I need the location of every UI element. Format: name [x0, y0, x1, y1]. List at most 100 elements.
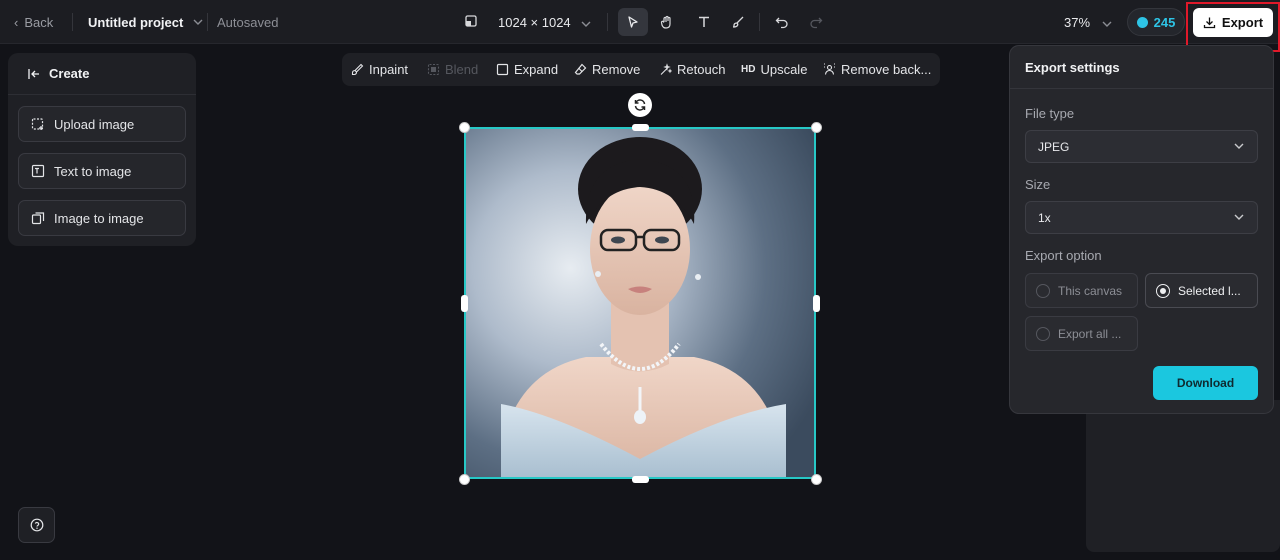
right-side-panel: [1086, 400, 1280, 552]
radio-checked-icon: [1156, 283, 1170, 298]
remove-button[interactable]: Remove: [574, 53, 640, 86]
export-settings-panel: Export settings File type JPEG Size 1x E…: [1009, 45, 1274, 414]
image-to-image-icon: [31, 212, 45, 225]
text-to-image-icon: [31, 164, 45, 178]
upscale-button[interactable]: HD Upscale: [741, 53, 807, 86]
upscale-label: Upscale: [760, 62, 808, 77]
blend-button[interactable]: Blend: [427, 53, 478, 86]
eraser-icon: [574, 63, 587, 75]
text-to-image-button[interactable]: Text to image: [18, 153, 186, 189]
resize-handle-top-left[interactable]: [459, 122, 470, 133]
resize-handle-right[interactable]: [813, 295, 820, 312]
resize-handle-bottom-left[interactable]: [459, 474, 470, 485]
text-to-image-label: Text to image: [54, 163, 132, 179]
retouch-icon: [660, 63, 672, 75]
divider: [72, 13, 73, 31]
resize-handle-left[interactable]: [461, 295, 468, 312]
retouch-button[interactable]: Retouch: [659, 53, 725, 86]
divider: [759, 13, 760, 31]
file-type-label: File type: [1025, 106, 1075, 121]
project-title: Untitled project: [88, 14, 184, 30]
hand-tool[interactable]: [652, 8, 682, 36]
resize-handle-bottom-right[interactable]: [811, 474, 822, 485]
inpaint-label: Inpaint: [369, 62, 409, 77]
resize-handle-bottom[interactable]: [632, 476, 649, 483]
divider: [207, 13, 208, 31]
chevron-left-icon: ‹: [14, 14, 19, 30]
radio-icon: [1036, 283, 1050, 298]
portrait-image: [466, 129, 814, 477]
rotate-icon: [634, 99, 646, 111]
file-type-value: JPEG: [1038, 139, 1070, 154]
autosave-status: Autosaved: [217, 14, 279, 30]
back-button[interactable]: ‹ Back: [14, 0, 53, 44]
option-selected-layers[interactable]: Selected l...: [1145, 273, 1258, 308]
zoom-picker[interactable]: 37%: [1064, 0, 1112, 44]
chevron-down-icon: [581, 15, 591, 30]
upload-image-label: Upload image: [54, 116, 135, 132]
undo-button[interactable]: [767, 8, 797, 36]
collapse-left-icon: [28, 68, 39, 79]
export-button[interactable]: Export: [1193, 8, 1273, 37]
resize-handle-top[interactable]: [632, 124, 649, 131]
project-title-menu[interactable]: Untitled project: [88, 0, 203, 44]
remove-background-label: Remove back...: [841, 62, 932, 77]
upload-image-icon: [31, 118, 44, 130]
select-tool[interactable]: [618, 8, 648, 36]
brush-icon: [732, 16, 744, 28]
download-icon: [1203, 17, 1216, 29]
create-header[interactable]: Create: [8, 53, 196, 95]
option-label: Export all ...: [1058, 326, 1122, 341]
size-label: Size: [1025, 177, 1051, 192]
radio-icon: [1036, 326, 1050, 341]
divider: [1010, 88, 1273, 89]
hd-icon: HD: [741, 64, 756, 75]
size-value: 1x: [1038, 210, 1051, 225]
brush-tool[interactable]: [723, 8, 753, 36]
credits-badge[interactable]: 245: [1127, 8, 1185, 36]
option-export-all[interactable]: Export all ...: [1025, 316, 1138, 351]
undo-icon: [775, 17, 788, 29]
help-button[interactable]: [18, 507, 55, 543]
edit-toolbar: Inpaint Blend Expand Remove Retouch HD U…: [342, 53, 940, 86]
create-panel: Create Upload image Text to image Image …: [8, 53, 196, 246]
option-this-canvas[interactable]: This canvas: [1025, 273, 1138, 308]
help-icon: [30, 518, 43, 532]
credits-count: 245: [1153, 14, 1176, 30]
export-settings-title: Export settings: [1025, 60, 1120, 75]
download-button[interactable]: Download: [1153, 366, 1258, 400]
inpaint-button[interactable]: Inpaint: [351, 53, 408, 86]
redo-button[interactable]: [801, 8, 831, 36]
hand-icon: [660, 15, 671, 29]
create-title: Create: [49, 66, 90, 81]
image-to-image-button[interactable]: Image to image: [18, 200, 186, 236]
size-select[interactable]: 1x: [1025, 201, 1258, 234]
remove-background-button[interactable]: Remove back...: [823, 53, 931, 86]
image-to-image-label: Image to image: [54, 210, 144, 226]
redo-icon: [810, 17, 823, 29]
expand-button[interactable]: Expand: [496, 53, 558, 86]
canvas-size: 1024 × 1024: [498, 14, 571, 30]
canvas-image[interactable]: [464, 127, 816, 479]
chevron-down-icon: [1234, 214, 1244, 220]
retouch-label: Retouch: [677, 62, 726, 77]
blend-icon: [427, 63, 440, 76]
canvas-size-picker[interactable]: 1024 × 1024: [464, 0, 591, 44]
blend-label: Blend: [445, 62, 479, 77]
chevron-down-icon: [1234, 143, 1244, 149]
text-tool[interactable]: [689, 8, 719, 36]
resize-icon: [464, 14, 478, 31]
upload-image-button[interactable]: Upload image: [18, 106, 186, 142]
remove-label: Remove: [592, 62, 641, 77]
divider: [607, 13, 608, 31]
credit-icon: [1136, 16, 1148, 28]
export-label: Export: [1221, 15, 1264, 30]
expand-icon: [496, 63, 509, 76]
file-type-select[interactable]: JPEG: [1025, 130, 1258, 163]
option-label: This canvas: [1058, 283, 1123, 298]
cursor-icon: [628, 16, 638, 28]
resize-handle-top-right[interactable]: [811, 122, 822, 133]
back-label: Back: [24, 14, 54, 30]
zoom-level: 37%: [1064, 14, 1091, 30]
rotate-handle[interactable]: [628, 93, 652, 117]
